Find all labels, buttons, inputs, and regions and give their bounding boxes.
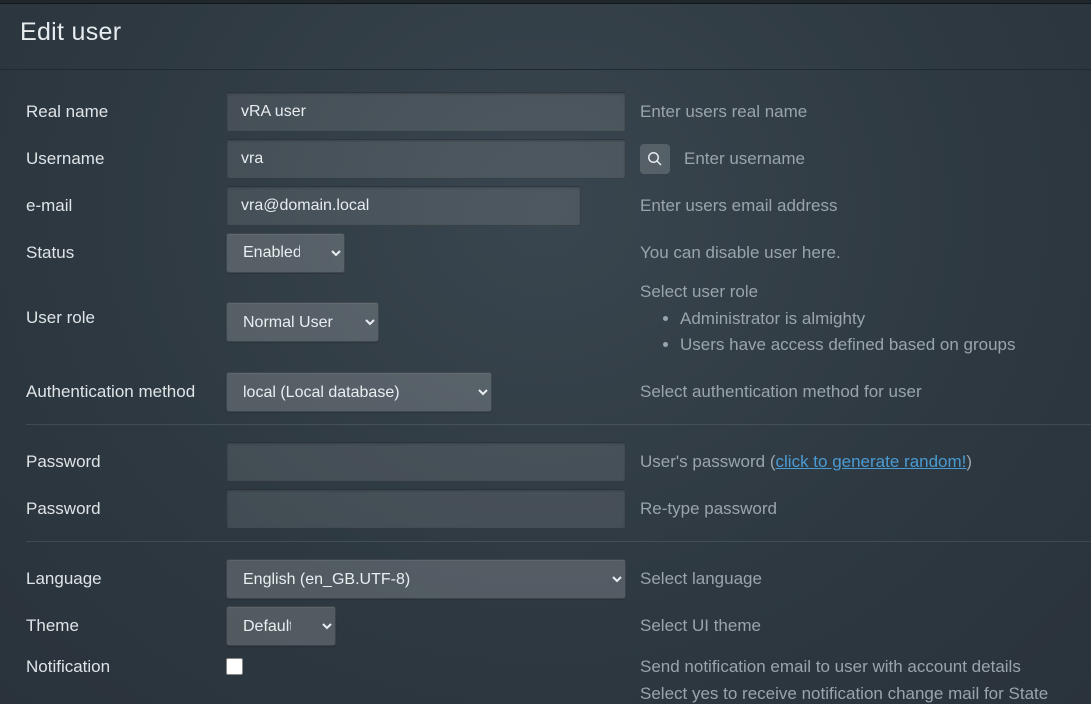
label-auth: Authentication method — [26, 382, 226, 402]
hint-statenotify: Select yes to receive notification chang… — [640, 684, 1091, 704]
row-notification: Notification Send notification email to … — [26, 650, 1091, 684]
page-header: Edit user — [0, 4, 1091, 70]
hint-role-item: Users have access defined based on group… — [680, 332, 1091, 358]
username-input[interactable] — [226, 139, 626, 179]
role-select[interactable]: Normal User — [226, 302, 379, 342]
hint-username: Enter username — [640, 144, 1091, 174]
divider — [26, 424, 1091, 425]
row-email: e-mail Enter users email address — [26, 182, 1091, 229]
hint-username-text: Enter username — [684, 149, 805, 169]
row-statenotify: Select yes to receive notification chang… — [26, 684, 1091, 704]
label-password: Password — [26, 452, 226, 472]
divider — [26, 541, 1091, 542]
realname-input[interactable] — [226, 92, 626, 132]
hint-password: User's password (click to generate rando… — [640, 452, 1091, 472]
row-language: Language English (en_GB.UTF-8) Select la… — [26, 556, 1091, 603]
password-confirm-input[interactable] — [226, 489, 626, 529]
label-realname: Real name — [26, 102, 226, 122]
row-realname: Real name Enter users real name — [26, 88, 1091, 135]
hint-realname: Enter users real name — [640, 102, 1091, 122]
hint-notification: Send notification email to user with acc… — [640, 657, 1091, 677]
label-role: User role — [26, 282, 226, 328]
label-notification: Notification — [26, 657, 226, 677]
label-language: Language — [26, 569, 226, 589]
hint-password-suffix: ) — [966, 452, 972, 471]
hint-email: Enter users email address — [640, 196, 1091, 216]
label-password-confirm: Password — [26, 499, 226, 519]
notification-checkbox[interactable] — [226, 658, 243, 675]
status-select[interactable]: Enabled — [226, 233, 345, 273]
label-theme: Theme — [26, 616, 226, 636]
row-password: Password User's password (click to gener… — [26, 439, 1091, 486]
hint-password-confirm: Re-type password — [640, 499, 1091, 519]
password-input[interactable] — [226, 442, 626, 482]
email-input[interactable] — [226, 186, 581, 226]
search-icon[interactable] — [640, 144, 670, 174]
row-password-confirm: Password Re-type password — [26, 486, 1091, 533]
label-username: Username — [26, 149, 226, 169]
row-theme: Theme Default Select UI theme — [26, 603, 1091, 650]
row-auth: Authentication method local (Local datab… — [26, 369, 1091, 416]
row-role: User role Normal User Select user role A… — [26, 276, 1091, 359]
hint-role-title: Select user role — [640, 282, 758, 301]
hint-language: Select language — [640, 569, 1091, 589]
page-title: Edit user — [20, 18, 1071, 47]
language-select[interactable]: English (en_GB.UTF-8) — [226, 559, 626, 599]
auth-select[interactable]: local (Local database) — [226, 372, 492, 412]
edit-user-form: Real name Enter users real name Username… — [0, 70, 1091, 704]
row-status: Status Enabled You can disable user here… — [26, 229, 1091, 276]
hint-role: Select user role Administrator is almigh… — [640, 282, 1091, 359]
hint-status: You can disable user here. — [640, 243, 1091, 263]
hint-theme: Select UI theme — [640, 616, 1091, 636]
hint-role-item: Administrator is almighty — [680, 306, 1091, 332]
theme-select[interactable]: Default — [226, 606, 336, 646]
label-email: e-mail — [26, 196, 226, 216]
label-status: Status — [26, 243, 226, 263]
row-username: Username Enter username — [26, 135, 1091, 182]
hint-password-prefix: User's password ( — [640, 452, 776, 471]
hint-auth: Select authentication method for user — [640, 382, 1091, 402]
generate-password-link[interactable]: click to generate random! — [776, 452, 967, 471]
